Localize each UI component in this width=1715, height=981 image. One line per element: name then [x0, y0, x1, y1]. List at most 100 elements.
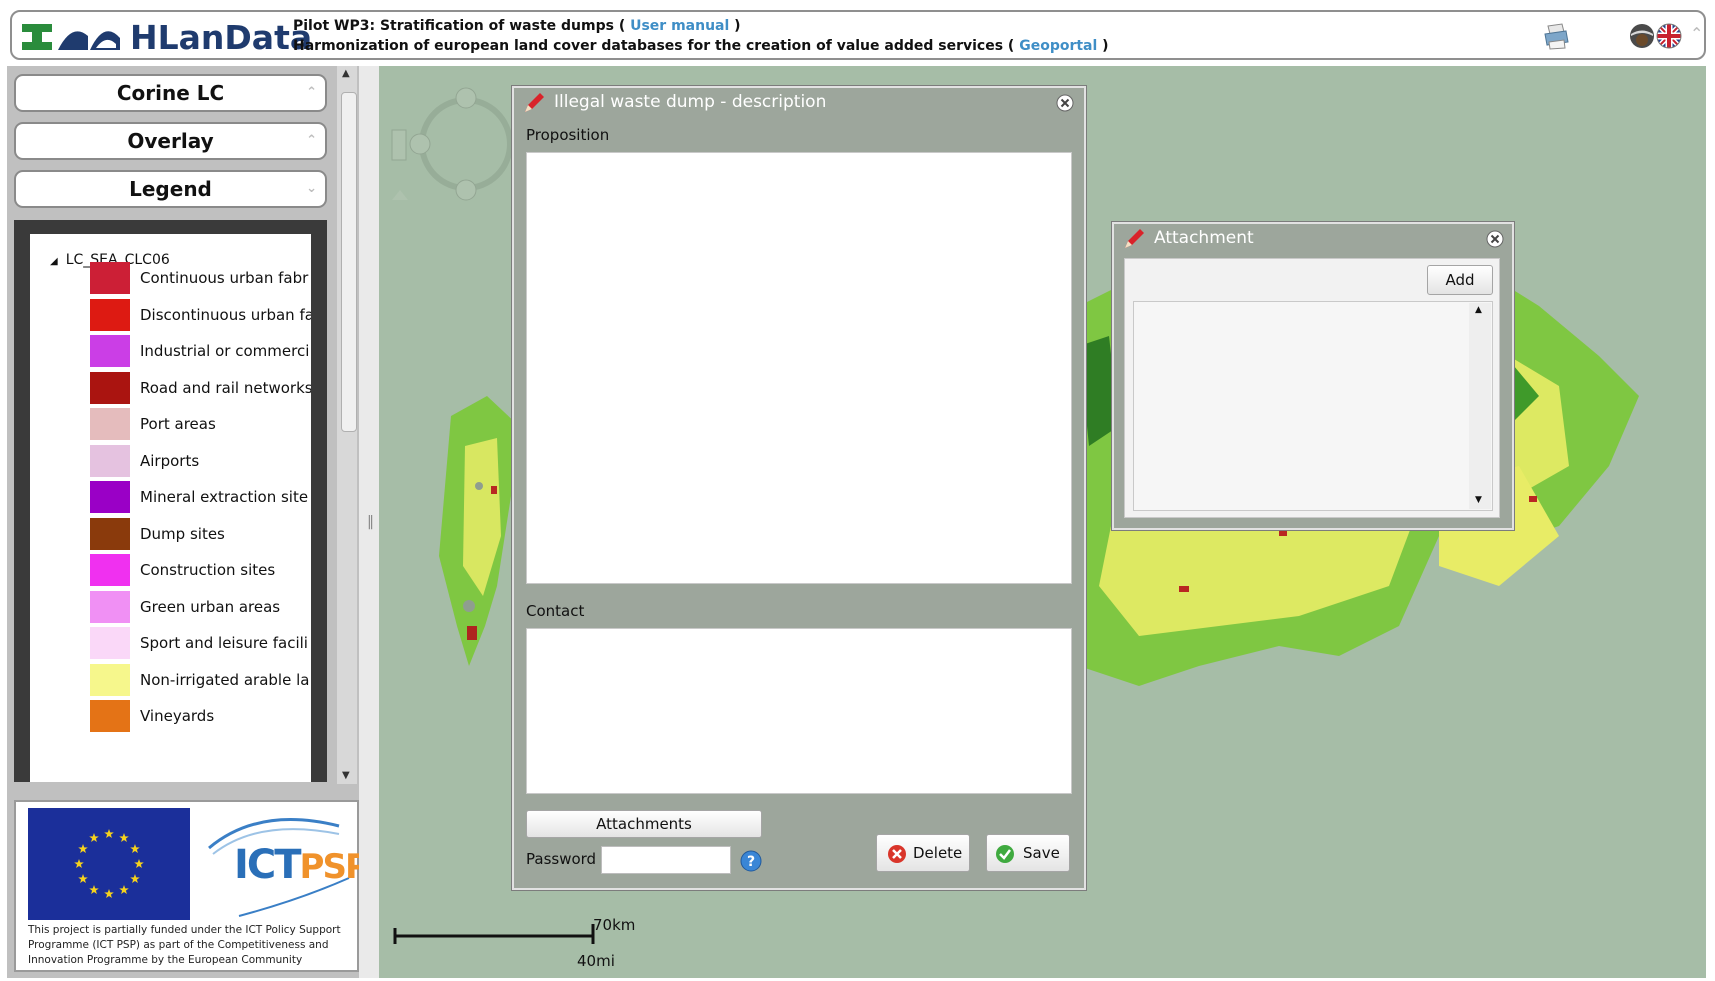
legend-item-label: Construction sites [140, 561, 276, 579]
help-icon[interactable]: ? [740, 850, 762, 872]
eu-flag-logo [28, 808, 190, 920]
attachment-dialog: Attachment Add ▲ ▼ [1112, 222, 1514, 530]
legend-swatch [90, 627, 130, 659]
legend-item: Green urban areas [90, 590, 311, 627]
legend-swatch [90, 298, 130, 331]
legend-swatch [90, 700, 130, 732]
contact-label: Contact [526, 602, 585, 620]
legend-item-label: Dump sites [140, 524, 225, 543]
pencil-icon [1125, 229, 1144, 248]
attachment-scrollbar[interactable] [1469, 303, 1491, 509]
password-label: Password [526, 850, 597, 868]
dialog-title: Illegal waste dump - description [554, 92, 827, 112]
app-name: HLanData [130, 18, 313, 57]
map-pan-zoom-control[interactable] [390, 80, 520, 210]
legend-swatch [90, 335, 130, 367]
legend-swatch [90, 554, 130, 586]
legend-item-label: Port areas [140, 415, 216, 433]
password-input[interactable] [601, 846, 731, 874]
legend-item: Continuous urban fabr [90, 262, 311, 298]
overlay-label: Overlay [127, 129, 214, 153]
close-icon[interactable] [1056, 94, 1074, 112]
legend-item: Dump sites [90, 517, 311, 554]
pencil-icon [525, 93, 544, 112]
collapse-header-icon[interactable]: ⌃ [1690, 24, 1703, 43]
hlandata-logo [22, 24, 120, 50]
delete-label: Delete [913, 844, 963, 862]
legend-item: Industrial or commerci [90, 335, 311, 371]
header-subtitle: Harmonization of european land cover dat… [293, 38, 1109, 54]
legend-item: Sport and leisure facili [90, 627, 311, 663]
legend-item-label: Non-irrigated arable la [140, 670, 310, 689]
overlay-panel-button[interactable]: Overlay ⌃ [14, 122, 327, 160]
print-icon[interactable] [1542, 22, 1570, 50]
chevron-up-icon: ⌃ [306, 85, 317, 100]
delete-button[interactable]: Delete [876, 834, 970, 872]
legend-swatch [90, 590, 130, 623]
app-header: HLanData Pilot WP3: Stratification of wa… [10, 10, 1706, 60]
legend-item: Vineyards [90, 700, 311, 736]
psp-brand-text: PSP [299, 847, 370, 887]
legend-item-label: Continuous urban fabr [140, 269, 309, 287]
dialog-title: Attachment [1154, 228, 1254, 248]
header-title: Pilot WP3: Stratification of waste dumps… [293, 18, 741, 34]
legend-item-label: Industrial or commerci [140, 342, 310, 360]
uk-flag-icon[interactable] [1656, 23, 1682, 49]
legend-swatch [90, 408, 130, 440]
legend-swatch [90, 262, 130, 294]
globe-icon[interactable] [1629, 23, 1655, 49]
scale-mi-label: 40mi [577, 952, 615, 970]
header-title-text: Pilot WP3: Stratification of waste dumps… [293, 18, 631, 34]
save-button[interactable]: Save [986, 834, 1070, 872]
legend-item: Discontinuous urban fa [90, 298, 311, 335]
scroll-down-arrow-icon[interactable]: ▼ [1475, 495, 1482, 505]
legend-item-label: Mineral extraction site [140, 488, 309, 506]
proposition-textarea[interactable] [526, 152, 1072, 584]
legend-item: Mineral extraction site [90, 481, 311, 517]
legend-panel-button[interactable]: Legend ⌄ [14, 170, 327, 208]
legend-item: Construction sites [90, 554, 311, 590]
chevron-down-icon: ⌄ [306, 181, 317, 196]
splitter-grip-icon[interactable]: ‖ [367, 514, 374, 530]
scroll-up-arrow-icon[interactable]: ▲ [1475, 305, 1482, 315]
chevron-up-icon: ⌃ [306, 133, 317, 148]
legend-item: Road and rail networks [90, 371, 311, 408]
scale-km-label: 70km [593, 916, 636, 934]
svg-text:?: ? [747, 854, 755, 870]
legend-swatch [90, 444, 130, 477]
legend-label: Legend [129, 177, 212, 201]
geoportal-link[interactable]: Geoportal [1019, 38, 1097, 54]
legend-item-label: Green urban areas [140, 597, 281, 616]
legend-swatch [90, 371, 130, 404]
attachment-list[interactable] [1133, 301, 1493, 511]
legend-swatch [90, 481, 130, 513]
user-manual-link[interactable]: User manual [630, 18, 729, 34]
funding-note: This project is partially funded under t… [28, 924, 341, 966]
legend-item-label: Sport and leisure facili [140, 634, 308, 652]
close-icon[interactable] [1486, 230, 1504, 248]
save-label: Save [1023, 844, 1060, 862]
waste-dump-description-dialog: Illegal waste dump - description Proposi… [512, 86, 1086, 890]
proposition-label: Proposition [526, 126, 610, 144]
corine-lc-panel-button[interactable]: Corine LC ⌃ [14, 74, 327, 112]
legend-item-label: Airports [140, 451, 200, 470]
expand-triangle-icon[interactable]: ◢ [50, 256, 58, 267]
legend-item-label: Road and rail networks [140, 378, 311, 397]
scroll-down-arrow-icon[interactable]: ▼ [342, 770, 350, 781]
header-subtitle-suffix: ) [1097, 38, 1109, 54]
corine-lc-label: Corine LC [116, 81, 225, 105]
legend-item-label: Discontinuous urban fa [140, 305, 311, 324]
add-attachment-button[interactable]: Add [1427, 265, 1493, 295]
attachments-button[interactable]: Attachments [526, 810, 762, 838]
ict-psp-brand: ICTPSP [234, 842, 370, 888]
left-scrollbar-thumb[interactable] [341, 92, 357, 432]
delete-icon [888, 845, 906, 863]
ict-brand-text: ICT [234, 842, 302, 888]
legend-tree: ◢ LC_SEA_CLC06 Continuous urban fabr Disco… [30, 234, 311, 782]
attachment-panel: Add ▲ ▼ [1124, 258, 1500, 518]
legend-swatch [90, 663, 130, 696]
contact-textarea[interactable] [526, 628, 1072, 794]
scroll-up-arrow-icon[interactable]: ▲ [342, 68, 350, 79]
legend-item: Non-irrigated arable la [90, 663, 311, 700]
legend-item: Port areas [90, 408, 311, 444]
